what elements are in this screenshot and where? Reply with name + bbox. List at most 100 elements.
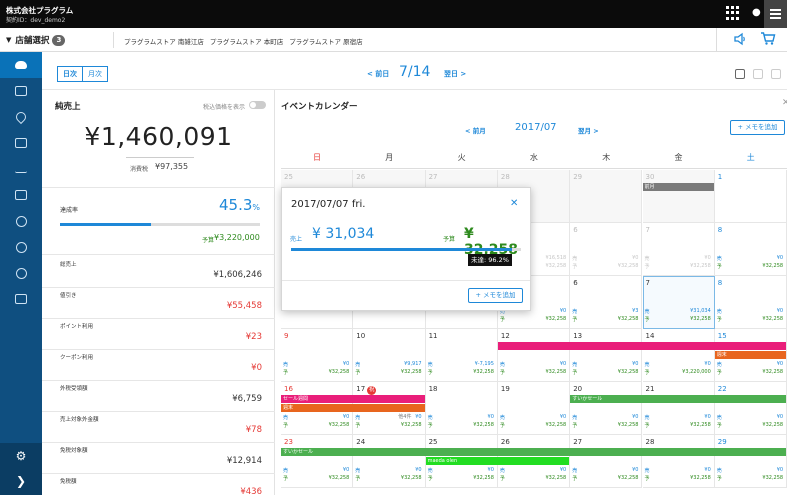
calendar-event-bar[interactable]: maeda olen — [425, 457, 570, 465]
calendar-day-cell[interactable]: 1 — [714, 170, 787, 223]
period-tabs: 日次 月次 — [57, 66, 108, 82]
actual-sales-row: 売 ¥0 — [572, 414, 638, 421]
day-detail-popup: 2017/07/07 fri. ✕ 売上 ¥ 31,034 予算 ¥ 32,25… — [281, 187, 531, 311]
achievement-progress-fill — [60, 223, 151, 226]
calendar-event-bar[interactable]: すいかセール — [281, 448, 787, 456]
calendar-day-cell[interactable]: 19 売 ¥0 予 ¥32,258 — [497, 382, 571, 435]
calendar-event-bar[interactable]: 週末 — [281, 404, 425, 412]
calendar-event-bar[interactable]: セール週間 — [281, 395, 425, 403]
calendar-day-cell[interactable]: 13 売 ¥0 予 ¥32,258 — [570, 329, 643, 382]
store-select-toggle[interactable]: ▼ 店舗選択 3 — [6, 34, 66, 46]
budget-prefix: 予 — [572, 370, 578, 376]
day-header: 25 — [429, 438, 438, 446]
actual-sales-row: 売 ¥9,917 — [355, 361, 421, 368]
nav-line-chart-icon[interactable] — [0, 156, 42, 182]
actual-sales-row: 売 ¥0 — [572, 467, 638, 474]
nav-weather-icon[interactable] — [0, 52, 42, 78]
calendar-day-cell[interactable]: 6 売 ¥3 予 ¥32,258 — [570, 276, 643, 329]
bell-icon[interactable]: ● — [752, 7, 761, 18]
calendar-day-cell[interactable]: 6 売 ¥0 予 ¥32,258 — [570, 223, 643, 276]
actual-sales-row: 売 ¥0 — [283, 414, 349, 421]
nav-wrench-icon[interactable] — [0, 104, 42, 130]
tax-toggle-label: 税込価格を表示 — [203, 104, 246, 111]
calendar-day-cell[interactable]: 23 売 ¥0 予 ¥32,258 — [281, 435, 354, 488]
calendar-day-cell[interactable]: 14 売 ¥0 予 ¥3,220,000 — [642, 329, 715, 382]
tab-daily[interactable]: 日次 — [57, 66, 83, 82]
day-number: 14 — [645, 332, 655, 340]
nav-layout-icon[interactable] — [0, 286, 42, 312]
calendar-day-cell[interactable]: 8 売 ¥0 予 ¥32,258 — [714, 276, 787, 329]
prev-day-link[interactable]: < 前日 — [367, 69, 389, 79]
calendar-day-cell[interactable]: 29 売 ¥0 予 ¥32,258 — [714, 435, 787, 488]
calendar-day-cell[interactable]: 9 売 ¥0 予 ¥32,258 — [281, 329, 354, 382]
chevron-right-icon[interactable]: ❯ — [0, 470, 42, 492]
metric-value: ¥6,759 — [232, 394, 262, 404]
budget-value: ¥32,258 — [617, 263, 639, 269]
day-header: 19 — [501, 385, 510, 393]
calendar-day-cell[interactable]: 22 売 ¥0 予 ¥32,258 — [714, 382, 787, 435]
next-month-link[interactable]: 翌月 > — [578, 125, 599, 135]
calendar-day-cell[interactable]: 12 売 ¥0 予 ¥32,258 — [497, 329, 571, 382]
day-header: 24 — [356, 438, 365, 446]
calendar-day-cell[interactable]: 28 売 ¥0 予 ¥32,258 — [642, 435, 715, 488]
popup-actual-value: ¥ 31,034 — [312, 226, 375, 242]
calendar-day-cell[interactable]: 27 売 ¥0 予 ¥32,258 — [570, 435, 643, 488]
calendar-day-cell[interactable]: 21 売 ¥0 予 ¥32,258 — [642, 382, 715, 435]
menu-icon[interactable] — [764, 0, 787, 28]
nav-yen-icon[interactable] — [0, 208, 42, 234]
day-number: 6 — [573, 279, 578, 287]
actual-value: ¥0 — [559, 308, 567, 314]
gear-icon[interactable]: ⚙ — [0, 445, 42, 467]
calendar-day-cell[interactable]: 24 売 ¥0 予 ¥32,258 — [353, 435, 426, 488]
calendar-day-cell[interactable]: 18 売 ¥0 予 ¥32,258 — [425, 382, 498, 435]
calendar-day-cell[interactable]: 30 — [642, 170, 715, 223]
budget-value: ¥32,258 — [545, 369, 567, 375]
close-icon[interactable]: ✕ — [782, 98, 787, 108]
budget-value: ¥32,258 — [400, 475, 422, 481]
prev-month-link[interactable]: < 前月 — [465, 125, 486, 135]
nav-target-icon[interactable] — [0, 234, 42, 260]
nav-table-icon[interactable] — [0, 130, 42, 156]
actual-value: ¥0 — [776, 361, 784, 367]
next-day-link[interactable]: 翌日 > — [444, 69, 466, 79]
budget-row: 予 ¥32,258 — [572, 422, 638, 429]
calendar-day-cell[interactable]: 10 売 ¥9,917 予 ¥32,258 — [353, 329, 426, 382]
nav-shop-icon[interactable] — [0, 182, 42, 208]
close-icon[interactable]: ✕ — [510, 198, 518, 209]
cart-icon[interactable] — [760, 31, 776, 50]
calendar-day-cell[interactable]: 8 売 ¥0 予 ¥32,258 — [714, 223, 787, 276]
popup-add-memo-button[interactable]: + メモを追加 — [468, 288, 523, 303]
grid-icon[interactable] — [726, 6, 740, 20]
calendar-day-cell[interactable]: 29 — [570, 170, 643, 223]
yen-coin-icon — [15, 267, 27, 279]
calendar-event-bar[interactable]: すいかセール — [570, 395, 787, 403]
popup-budget-label: 予算 — [443, 236, 456, 243]
calendar-day-cell[interactable]: 11 売 ¥-7,195 予 ¥32,258 — [425, 329, 498, 382]
calendar-event-bar[interactable] — [497, 342, 787, 350]
budget-row: 予 ¥32,258 — [645, 475, 711, 482]
day-header: 28 — [646, 438, 655, 446]
metric-label: 値引き — [60, 293, 77, 299]
store-bar: ▼ 店舗選択 3 プラグラムストア 南雑江店 プラグラムストア 本町店 プラグラ… — [0, 28, 787, 52]
actual-value: ¥-7,195 — [474, 361, 494, 367]
speaker-icon[interactable] — [733, 32, 747, 50]
single-pane-icon[interactable] — [735, 69, 745, 79]
nav-yen-coin-icon[interactable] — [0, 260, 42, 286]
calendar-event-bar[interactable]: 週末 — [714, 351, 787, 359]
store-name: プラグラムストア 南雑江店 — [124, 38, 204, 46]
calendar-day-cell[interactable]: 7 売 ¥0 予 ¥32,258 — [642, 223, 715, 276]
tab-monthly[interactable]: 月次 — [83, 66, 108, 82]
store-name: プラグラムストア 本町店 — [209, 38, 284, 46]
actual-value: ¥0 — [487, 414, 494, 420]
triple-pane-icon[interactable] — [771, 69, 781, 79]
calendar-event-bar[interactable]: 前月 — [642, 183, 714, 191]
add-memo-button[interactable]: + メモを追加 — [730, 120, 785, 135]
nav-box-icon[interactable] — [0, 78, 42, 104]
calendar-day-cell[interactable]: 7 売 ¥31,034 予 ¥32,258 — [642, 276, 715, 329]
day-number: 17 — [356, 385, 366, 393]
split-pane-icon[interactable] — [753, 69, 763, 79]
more-events-link[interactable]: 他4件 — [398, 413, 411, 420]
tax-toggle-switch[interactable] — [249, 101, 266, 109]
calendar-day-cell[interactable]: 20 売 ¥0 予 ¥32,258 — [570, 382, 643, 435]
calendar-title: イベントカレンダー — [281, 102, 358, 112]
